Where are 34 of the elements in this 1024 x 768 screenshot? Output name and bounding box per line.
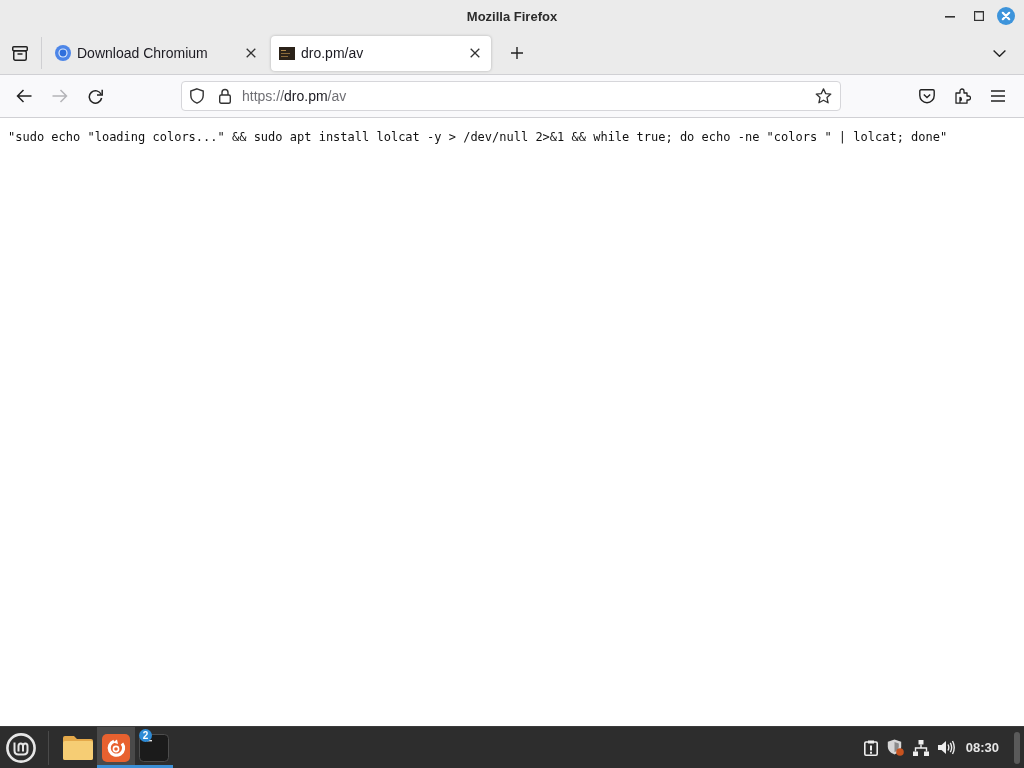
puzzle-piece-icon[interactable] [955, 88, 971, 104]
menu-icon[interactable] [991, 90, 1005, 102]
close-tab-icon[interactable] [246, 48, 256, 58]
network-icon[interactable] [912, 739, 929, 756]
shield-icon[interactable] [190, 88, 204, 104]
back-arrow-icon[interactable] [16, 89, 32, 103]
window-title: Mozilla Firefox [466, 8, 558, 24]
reload-icon[interactable] [88, 88, 103, 104]
speaker-volume-icon[interactable] [937, 740, 955, 755]
browser-tab[interactable]: Download Chromium [47, 35, 267, 71]
browser-tab[interactable]: dro.pm/av [271, 35, 491, 71]
lock-icon[interactable] [219, 88, 231, 104]
start-menu-icon[interactable] [6, 732, 36, 763]
new-tab-plus-icon[interactable] [511, 47, 523, 59]
page-text: "sudo echo "loading colors..." && sudo apt install lolcat -y > /dev/null 2>&1 && while true; do echo -ne "colors " | lolcat; done" [8, 130, 948, 144]
shield-alert-icon[interactable] [886, 739, 904, 756]
taskbar-app-button[interactable]: 2 [135, 727, 173, 768]
chevron-down-icon[interactable] [993, 49, 1006, 57]
taskbar-app-button[interactable] [97, 727, 135, 768]
star-icon[interactable] [815, 88, 832, 104]
close-icon[interactable] [997, 7, 1015, 25]
terminal-icon [139, 733, 169, 762]
image-thumbnail-icon [279, 46, 295, 60]
address-field[interactable]: https://dro.pm/av [181, 81, 841, 111]
minimize-icon[interactable] [945, 16, 955, 18]
circle-logo-icon [55, 45, 71, 61]
tab-list-icon[interactable] [12, 45, 28, 61]
clock-time[interactable]: 08:30 [965, 740, 999, 755]
maximize-icon[interactable] [974, 11, 984, 21]
close-tab-icon[interactable] [470, 48, 480, 58]
folder-icon [63, 735, 93, 760]
pocket-save-icon[interactable] [919, 88, 935, 104]
browser-app-icon [102, 733, 130, 762]
clipboard-alert-icon[interactable] [863, 739, 878, 756]
